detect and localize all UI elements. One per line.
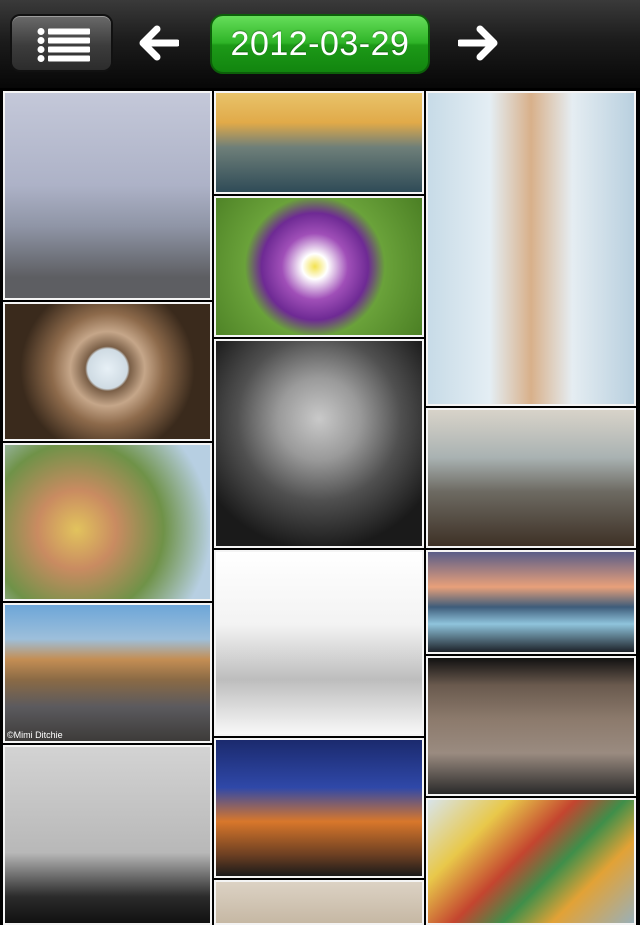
photo-children-with-deer[interactable]	[426, 408, 636, 548]
photo-orchids[interactable]	[3, 443, 212, 601]
photo-dome-ceiling[interactable]	[3, 302, 212, 441]
photo-beach-sunset[interactable]: ©Mimi Ditchie	[3, 603, 212, 743]
photo-partial-bottom[interactable]	[214, 880, 424, 925]
photo-city-skyline[interactable]	[214, 91, 424, 194]
photo-twins-witch-hats[interactable]	[214, 550, 424, 736]
photo-girl-with-guitar[interactable]	[426, 91, 636, 406]
date-button[interactable]: 2012-03-29	[210, 14, 430, 74]
photo-caption: ©Mimi Ditchie	[7, 730, 63, 740]
arrow-left-icon[interactable]	[137, 24, 179, 62]
photo-old-man-portrait[interactable]	[214, 339, 424, 548]
photo-city-street[interactable]	[426, 656, 636, 796]
photo-purple-pansy[interactable]	[214, 196, 424, 337]
photo-grid: ©Mimi Ditchie	[0, 89, 640, 925]
list-icon	[37, 28, 90, 62]
photo-violinist-on-beach[interactable]	[3, 91, 212, 300]
menu-button[interactable]	[10, 14, 113, 72]
photo-gateway-arch[interactable]	[3, 745, 212, 925]
photo-iceberg-beach[interactable]	[426, 550, 636, 654]
arrow-right-icon[interactable]	[458, 24, 500, 62]
photo-night-fantasy-scene[interactable]	[214, 738, 424, 878]
top-toolbar: 2012-03-29	[0, 0, 640, 89]
photo-colorful-quilt[interactable]	[426, 798, 636, 925]
